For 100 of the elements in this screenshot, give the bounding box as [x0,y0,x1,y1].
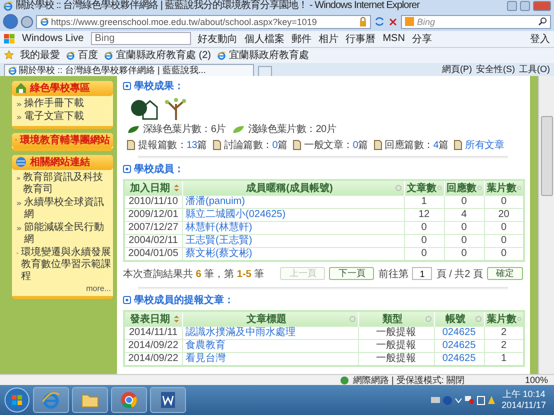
article-link[interactable]: 看見台灣 [186,352,226,364]
scrollbar[interactable] [538,76,554,374]
table-cell: 2014/11/11 [124,326,182,340]
table-cell: 0 [444,195,484,208]
toolbar-link[interactable]: 分享 [412,32,432,46]
back-button[interactable] [3,14,18,30]
refresh-icon[interactable] [374,16,385,28]
chevron-icon[interactable] [454,398,462,403]
favorite-link[interactable]: 百度 [78,48,98,62]
table-cell: 0 [444,234,484,248]
browser-tab[interactable]: 關於學校 :: 台灣綠色學校夥伴網絡 | 藍藍說我... [4,64,254,76]
result-summary: 本次查詢結果共 6 筆，第 1-5 筆 [123,268,266,281]
search-field[interactable]: Bing [401,14,551,29]
live-search-field[interactable]: Bing [90,32,191,46]
warning-flag-icon[interactable] [488,396,495,404]
toolbar-link[interactable]: 個人檔案 [244,32,285,46]
windows-live-label: Windows Live [22,33,84,44]
sort-icon[interactable] [348,314,356,323]
table-cell: 0 [404,221,444,234]
toolbar-link[interactable]: 相片 [318,32,339,46]
address-field[interactable]: https://www.greenschool.moe.edu.tw/about/school.aspx?key=1019 [36,14,371,29]
table-cell: 2 [484,339,524,352]
sidebar-item[interactable]: 操作手冊下載 [16,98,111,110]
security-zone: 網際網路 | 受保護模式: 關閉 [353,374,464,387]
panel-header: 綠色學校專區 [12,80,113,96]
toolbar-link[interactable]: 行事曆 [346,32,376,46]
section-icon [123,296,131,304]
forward-button[interactable] [21,16,33,28]
table-cell: 20 [484,208,524,222]
table-cell: 2014/09/22 [124,339,182,352]
sidebar-item[interactable]: 節能減碳全民行動網 [16,222,111,246]
windows-logo-icon [4,34,15,44]
close-button[interactable] [533,1,551,12]
table-cell: 1 [404,195,444,208]
page-total: 頁 / 共2 頁 [436,268,483,281]
sort-icon[interactable] [476,184,482,192]
command-menu[interactable]: 安全性(S) [476,62,515,76]
taskbar-chrome-button[interactable] [111,387,147,414]
table-cell: 4 [444,208,484,222]
star-icon[interactable] [4,50,14,60]
search-icon[interactable] [538,17,547,26]
sort-icon[interactable] [172,184,180,192]
leaf-icon [127,124,140,134]
table-cell: 12 [404,208,444,222]
sidebar-item[interactable]: 教育部資訊及科技教育司 [16,172,111,196]
stop-icon[interactable] [388,16,398,27]
sort-icon[interactable] [172,314,180,323]
maximize-button[interactable] [520,1,530,12]
sidebar-item[interactable]: 電子文宣下載 [16,110,111,123]
sort-icon[interactable] [474,314,482,323]
more-link[interactable]: more... [86,284,111,293]
toolbar-link[interactable]: 好友動向 [198,32,238,46]
sign-in-link[interactable]: 登入 [530,32,550,46]
table-cell: 2010/11/10 [124,195,182,208]
page-field[interactable]: 1 [412,267,432,280]
taskbar-word-button[interactable] [150,387,186,414]
section-icon [123,82,131,90]
ie-logo-icon [42,391,60,410]
all-articles-link[interactable]: 所有文章 [465,138,504,152]
document-icon [127,140,135,150]
keyboard-icon[interactable] [430,397,440,404]
section-title: 學校成果： [134,80,184,94]
sort-icon[interactable] [436,184,442,192]
minimize-button[interactable] [507,1,517,12]
sort-icon[interactable] [516,314,521,323]
command-menu[interactable]: 網頁(P) [442,62,472,76]
start-button[interactable] [4,387,30,414]
zoom-level[interactable]: 100% [524,375,548,386]
toolbar-link[interactable]: 郵件 [292,32,312,46]
toolbar-link[interactable]: MSN [382,33,405,44]
sidebar-item[interactable]: 環境變遷與永續發展教育數位學習示範課程 [16,246,111,283]
ie-logo-icon [104,50,113,60]
favorite-link[interactable]: 宜蘭縣政府教育處 [229,48,309,62]
new-tab-button[interactable] [258,66,272,76]
sidebar-item[interactable]: 永續學校全球資訊網 [16,196,111,221]
table-cell: 0 [484,195,524,208]
taskbar-browser-button[interactable] [33,387,69,414]
document-icon [293,140,302,150]
sort-icon[interactable] [424,314,432,323]
favorite-link[interactable]: 宜蘭縣政府教育處 (2) [116,48,211,62]
sort-icon[interactable] [394,184,402,192]
table-cell: 0 [484,221,524,234]
command-menu[interactable]: 工具(O) [519,62,550,76]
favorites-button[interactable]: 我的最愛 [20,48,60,62]
speaker-muted-icon[interactable] [464,396,474,404]
sort-icon[interactable] [516,184,521,192]
lock-icon [359,16,367,27]
confirm-button[interactable]: 確定 [487,267,523,280]
next-page-button[interactable]: 下一頁 [329,267,374,280]
clock-time: 上午 10:14 [502,389,546,400]
taskbar-folder-button[interactable] [72,387,108,414]
section-title: 學校成員的提報文章： [134,293,234,308]
table-cell: 2009/12/01 [124,208,182,222]
document-icon [454,140,462,150]
window-title: 關於學校 :: 台灣綠色學校夥伴網絡 | 藍藍說我分的環境教育分享園地！ - Windows Internet Explorer [16,0,421,12]
table-cell: 一般提報 [358,339,434,352]
globe-icon [15,156,27,168]
article-link[interactable]: 食農教育 [186,340,226,351]
network-icon[interactable] [476,396,485,405]
table-cell: 0 [404,234,444,248]
